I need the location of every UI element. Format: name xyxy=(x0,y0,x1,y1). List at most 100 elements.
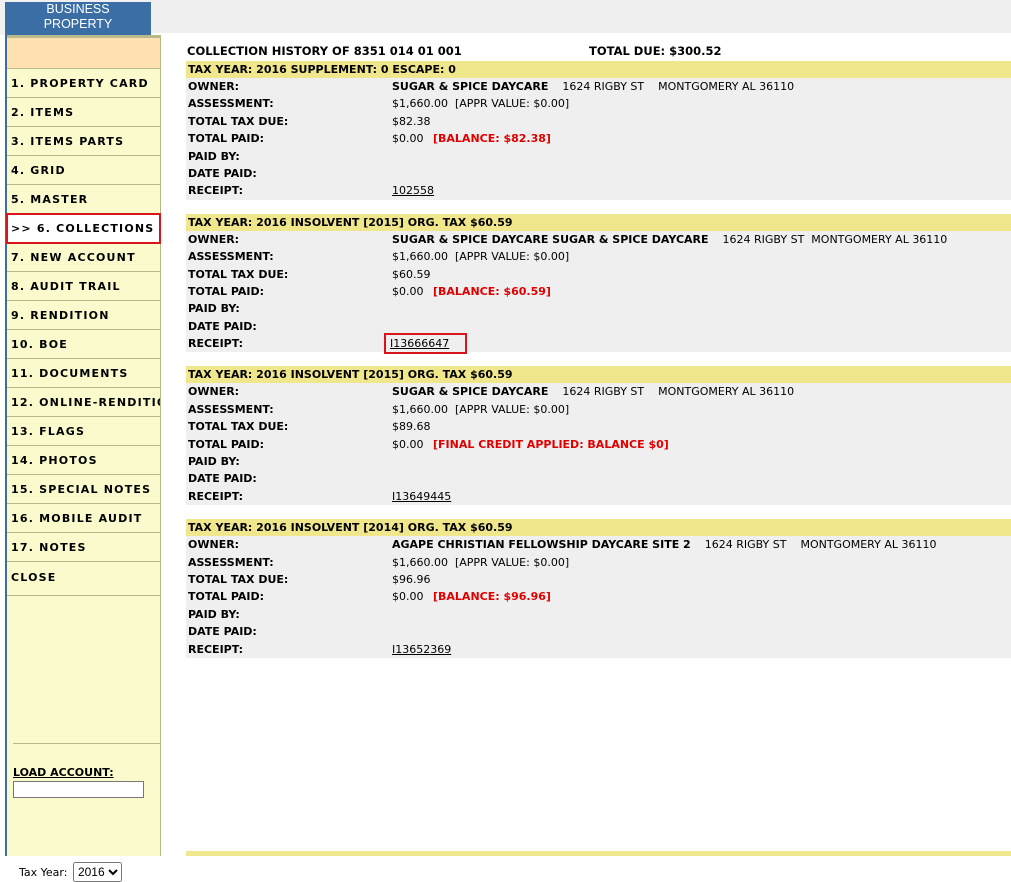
assessment-row: ASSESSMENT: $1,660.00 [APPR VALUE: $0.00… xyxy=(186,554,1011,571)
assessment-row: ASSESSMENT: $1,660.00 [APPR VALUE: $0.00… xyxy=(186,248,1011,265)
assessment-value: $1,660.00 [APPR VALUE: $0.00] xyxy=(392,250,570,264)
records-list: TAX YEAR: 2016 SUPPLEMENT: 0 ESCAPE: 0 O… xyxy=(186,61,1011,672)
sidebar-item-photos[interactable]: 14. PHOTOS xyxy=(7,446,160,475)
owner-row: OWNER: SUGAR & SPICE DAYCARE SUGAR & SPI… xyxy=(186,231,1011,248)
load-account-input[interactable] xyxy=(13,781,144,798)
sidebar-item-items-parts[interactable]: 3. ITEMS PARTS xyxy=(7,127,160,156)
total-tax-due-value: $89.68 xyxy=(392,420,431,434)
total-tax-due-row: TOTAL TAX DUE: $60.59 xyxy=(186,266,1011,283)
date-paid-label: DATE PAID: xyxy=(188,319,257,333)
total-paid-row: TOTAL PAID: $0.00 [BALANCE: $60.59] xyxy=(186,283,1011,300)
page-title: COLLECTION HISTORY OF 8351 014 01 001 xyxy=(187,44,462,58)
total-tax-due-row: TOTAL TAX DUE: $82.38 xyxy=(186,113,1011,130)
sidebar-item-special-notes[interactable]: 15. SPECIAL NOTES xyxy=(7,475,160,504)
record-gap xyxy=(186,658,1011,672)
owner-label: OWNER: xyxy=(188,538,240,552)
collection-record: TAX YEAR: 2016 INSOLVENT [2014] ORG. TAX… xyxy=(186,519,1011,672)
tax-year-header: TAX YEAR: 2016 INSOLVENT [2014] ORG. TAX… xyxy=(186,519,1011,537)
sidebar-item-online-rendition[interactable]: 12. ONLINE-RENDITION xyxy=(7,388,160,417)
owner-value: AGAPE CHRISTIAN FELLOWSHIP DAYCARE SITE … xyxy=(392,536,936,553)
collection-record: TAX YEAR: 2016 INSOLVENT [2015] ORG. TAX… xyxy=(186,213,1011,367)
assessment-row: ASSESSMENT: $1,660.00 [APPR VALUE: $0.00… xyxy=(186,95,1011,112)
sidebar-item-close[interactable]: CLOSE xyxy=(7,562,160,596)
assessment-label: ASSESSMENT: xyxy=(188,97,274,111)
balance-note: [BALANCE: $82.38] xyxy=(433,132,551,146)
business-property-logo: BUSINESS PROPERTY xyxy=(5,2,151,35)
receipt-link[interactable]: I13652369 xyxy=(392,643,451,656)
collection-record: TAX YEAR: 2016 INSOLVENT [2015] ORG. TAX… xyxy=(186,366,1011,519)
sidebar-item-property-card[interactable]: 1. PROPERTY CARD xyxy=(7,69,160,98)
receipt-cell: 102558 xyxy=(392,182,434,199)
sidebar-item-notes[interactable]: 17. NOTES xyxy=(7,533,160,562)
receipt-link[interactable]: I13649445 xyxy=(392,490,451,503)
sidebar-item-grid[interactable]: 4. GRID xyxy=(7,156,160,185)
sidebar: 1. PROPERTY CARD 2. ITEMS 3. ITEMS PARTS… xyxy=(5,35,161,882)
owner-label: OWNER: xyxy=(188,232,240,246)
sidebar-item-documents[interactable]: 11. DOCUMENTS xyxy=(7,359,160,388)
total-tax-due-label: TOTAL TAX DUE: xyxy=(188,267,289,281)
total-paid-label: TOTAL PAID: xyxy=(188,590,265,604)
date-paid-label: DATE PAID: xyxy=(188,625,257,639)
sidebar-item-new-account[interactable]: 7. NEW ACCOUNT xyxy=(7,243,160,272)
paid-amount: $0.00 xyxy=(392,132,424,146)
owner-label: OWNER: xyxy=(188,80,240,93)
tax-year-header: TAX YEAR: 2016 INSOLVENT [2015] ORG. TAX… xyxy=(186,366,1011,384)
sidebar-header xyxy=(7,35,160,69)
sidebar-item-collections[interactable]: >> 6. COLLECTIONS xyxy=(6,213,161,244)
balance-note: [FINAL CREDIT APPLIED: BALANCE $0] xyxy=(433,437,669,451)
sidebar-item-master[interactable]: 5. MASTER xyxy=(7,185,160,214)
owner-value: SUGAR & SPICE DAYCARE SUGAR & SPICE DAYC… xyxy=(392,231,947,248)
bottom-year-bar xyxy=(186,851,1011,856)
owner-name: SUGAR & SPICE DAYCARE xyxy=(392,80,549,93)
total-paid-row: TOTAL PAID: $0.00 [BALANCE: $82.38] xyxy=(186,130,1011,147)
top-divider xyxy=(151,33,1011,35)
sidebar-item-audit-trail[interactable]: 8. AUDIT TRAIL xyxy=(7,272,160,301)
paid-by-row: PAID BY: xyxy=(186,606,1011,623)
paid-by-label: PAID BY: xyxy=(188,149,240,163)
paid-by-label: PAID BY: xyxy=(188,607,240,621)
load-account-section: LOAD ACCOUNT: xyxy=(13,743,161,798)
total-paid-row: TOTAL PAID: $0.00 [BALANCE: $96.96] xyxy=(186,588,1011,605)
logo-line-2: PROPERTY xyxy=(43,17,113,31)
sidebar-item-mobile-audit[interactable]: 16. MOBILE AUDIT xyxy=(7,504,160,533)
paid-amount: $0.00 xyxy=(392,437,424,451)
total-paid-label: TOTAL PAID: xyxy=(188,437,265,451)
total-paid-value: $0.00 [BALANCE: $96.96] xyxy=(392,588,551,605)
date-paid-label: DATE PAID: xyxy=(188,472,257,486)
sidebar-item-rendition[interactable]: 9. RENDITION xyxy=(7,301,160,330)
record-gap xyxy=(186,200,1011,214)
record-gap xyxy=(186,505,1011,519)
tax-year-select[interactable]: 2016 xyxy=(72,862,122,882)
receipt-link[interactable]: I13666647 xyxy=(383,333,468,355)
sidebar-item-flags[interactable]: 13. FLAGS xyxy=(7,417,160,446)
sidebar-item-boe[interactable]: 10. BOE xyxy=(7,330,160,359)
date-paid-row: DATE PAID: xyxy=(186,470,1011,487)
owner-address: 1624 RIGBY ST MONTGOMERY AL 36110 xyxy=(704,538,937,552)
top-bar: BUSINESS PROPERTY xyxy=(0,0,1011,35)
total-paid-label: TOTAL PAID: xyxy=(188,284,265,298)
sidebar-item-items[interactable]: 2. ITEMS xyxy=(7,98,160,127)
total-tax-due-value: $82.38 xyxy=(392,114,431,128)
collection-history: COLLECTION HISTORY OF 8351 014 01 001 TO… xyxy=(186,44,1011,672)
receipt-link[interactable]: 102558 xyxy=(392,184,434,197)
owner-row: OWNER: SUGAR & SPICE DAYCARE 1624 RIGBY … xyxy=(186,78,1011,95)
date-paid-row: DATE PAID: xyxy=(186,623,1011,640)
receipt-cell: I13666647 xyxy=(383,333,468,355)
paid-amount: $0.00 xyxy=(392,590,424,604)
owner-address: 1624 RIGBY ST MONTGOMERY AL 36110 xyxy=(562,80,795,93)
total-paid-label: TOTAL PAID: xyxy=(188,132,265,146)
total-tax-due-value: $96.96 xyxy=(392,572,431,586)
receipt-label: RECEIPT: xyxy=(188,489,244,503)
owner-name: AGAPE CHRISTIAN FELLOWSHIP DAYCARE SITE … xyxy=(392,538,691,552)
record-details: OWNER: SUGAR & SPICE DAYCARE 1624 RIGBY … xyxy=(186,78,1011,200)
owner-name: SUGAR & SPICE DAYCARE SUGAR & SPICE DAYC… xyxy=(392,232,709,246)
owner-address: 1624 RIGBY ST MONTGOMERY AL 36110 xyxy=(722,232,948,246)
logo-line-1: BUSINESS xyxy=(46,2,110,16)
total-tax-due-row: TOTAL TAX DUE: $89.68 xyxy=(186,418,1011,435)
total-tax-due-label: TOTAL TAX DUE: xyxy=(188,572,289,586)
receipt-row: RECEIPT: I13666647 xyxy=(186,333,1011,355)
receipt-label: RECEIPT: xyxy=(188,337,244,351)
record-gap xyxy=(186,352,1011,366)
assessment-value: $1,660.00 [APPR VALUE: $0.00] xyxy=(392,402,570,416)
paid-by-row: PAID BY: xyxy=(186,453,1011,470)
